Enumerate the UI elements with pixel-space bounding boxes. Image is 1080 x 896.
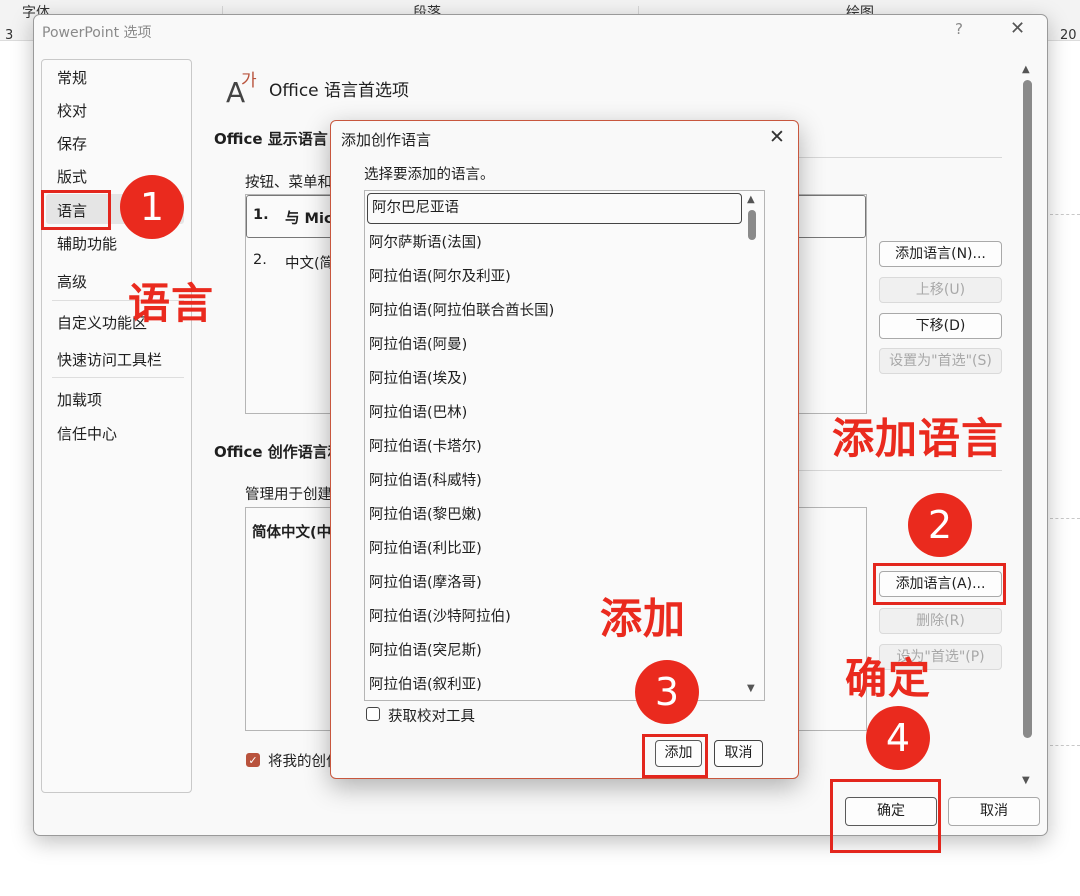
list-scrollbar-thumb[interactable]	[748, 210, 756, 240]
slide-guide-line	[1050, 518, 1080, 519]
note-ok: 确定	[845, 654, 932, 703]
slide-guide-line	[1050, 745, 1080, 746]
ruler-right-number: 20	[1060, 28, 1077, 43]
language-option[interactable]: 阿尔萨斯语(法国)	[365, 226, 741, 260]
language-option[interactable]: 阿拉伯语(巴林)	[365, 396, 741, 430]
authoring-language-section-title: Office 创作语言和	[214, 443, 343, 461]
proofing-tools-label: 获取校对工具	[388, 709, 475, 725]
note-language: 语言	[128, 279, 215, 328]
set-preferred-display-button[interactable]: 设置为"首选"(S)	[879, 348, 1002, 374]
language-option[interactable]: 阿拉伯语(埃及)	[365, 362, 741, 396]
sidebar-divider	[52, 377, 184, 378]
highlight-box-add-language	[873, 563, 1006, 605]
step-1-badge: 1	[120, 175, 184, 239]
highlight-box-ok	[830, 779, 941, 853]
highlight-box-language	[41, 190, 111, 230]
scrollbar-thumb[interactable]	[1023, 80, 1032, 738]
authoring-language-description: 管理用于创建	[245, 487, 332, 503]
note-add: 添加	[600, 594, 687, 643]
sidebar-item-proofing[interactable]: 校对	[57, 100, 87, 121]
sidebar-item-quick-access-toolbar[interactable]: 快速访问工具栏	[57, 349, 162, 370]
authoring-checkbox[interactable]: ✓	[246, 753, 260, 767]
move-down-button[interactable]: 下移(D)	[879, 313, 1002, 339]
language-option[interactable]: 阿拉伯语(利比亚)	[365, 532, 741, 566]
language-option[interactable]: 阿拉伯语(阿尔及利亚)	[365, 260, 741, 294]
step-3-badge: 3	[635, 660, 699, 724]
display-language-item-number: 1.	[253, 207, 269, 223]
language-option[interactable]: 阿拉伯语(阿曼)	[365, 328, 741, 362]
language-option[interactable]: 阿拉伯语(科威特)	[365, 464, 741, 498]
remove-language-button[interactable]: 删除(R)	[879, 608, 1002, 634]
svg-text:가: 가	[241, 71, 257, 91]
language-icon: A 가	[226, 71, 257, 106]
display-language-section-title: Office 显示语言	[214, 130, 328, 148]
popup-prompt: 选择要添加的语言。	[364, 167, 495, 183]
dialog-title: PowerPoint 选项	[42, 25, 152, 41]
language-option[interactable]: 阿拉伯语(阿拉伯联合酋长国)	[365, 294, 741, 328]
page-title: Office 语言首选项	[269, 81, 410, 101]
display-language-item-label: 与 Mic	[285, 211, 333, 227]
authoring-language-item[interactable]: 简体中文(中	[252, 521, 331, 542]
scroll-down-arrow-icon[interactable]: ▼	[1022, 775, 1030, 786]
language-option-selected[interactable]: 阿尔巴尼亚语	[367, 193, 742, 224]
ruler-left-number: 3	[5, 28, 14, 43]
popup-close-icon[interactable]: ✕	[769, 126, 785, 148]
proofing-tools-checkbox[interactable]	[366, 707, 380, 721]
language-option[interactable]: 阿拉伯语(黎巴嫩)	[365, 498, 741, 532]
sidebar-item-accessibility[interactable]: 辅助功能	[57, 233, 117, 254]
popup-cancel-button[interactable]: 取消	[714, 740, 763, 767]
list-scroll-up-icon[interactable]: ▲	[747, 194, 755, 205]
popup-title: 添加创作语言	[341, 131, 432, 149]
step-2-badge: 2	[908, 493, 972, 557]
slide-guide-line	[1050, 214, 1080, 215]
language-list[interactable]: 阿尔巴尼亚语 阿尔萨斯语(法国) 阿拉伯语(阿尔及利亚) 阿拉伯语(阿拉伯联合酋…	[364, 190, 765, 701]
display-language-item-number: 2.	[253, 252, 267, 268]
sidebar-item-trust-center[interactable]: 信任中心	[57, 423, 117, 444]
sidebar-item-save[interactable]: 保存	[57, 133, 87, 154]
add-display-language-button[interactable]: 添加语言(N)...	[879, 241, 1002, 267]
scroll-up-arrow-icon[interactable]: ▲	[1022, 64, 1030, 75]
sidebar-item-advanced[interactable]: 高级	[57, 271, 87, 292]
list-scroll-down-icon[interactable]: ▼	[747, 683, 755, 694]
step-4-badge: 4	[866, 706, 930, 770]
help-icon[interactable]: ?	[955, 20, 963, 38]
sidebar-item-general[interactable]: 常规	[57, 67, 87, 88]
move-up-button[interactable]: 上移(U)	[879, 277, 1002, 303]
note-add-language: 添加语言	[832, 414, 1005, 463]
cancel-button[interactable]: 取消	[948, 797, 1040, 826]
language-option[interactable]: 阿拉伯语(卡塔尔)	[365, 430, 741, 464]
sidebar-item-layout[interactable]: 版式	[57, 166, 87, 187]
highlight-box-add	[642, 734, 708, 778]
sidebar-item-add-ins[interactable]: 加载项	[57, 389, 102, 410]
close-icon[interactable]: ✕	[1010, 18, 1025, 39]
display-language-description: 按钮、菜单和	[245, 175, 332, 191]
display-language-item-label: 中文(简	[285, 256, 335, 272]
